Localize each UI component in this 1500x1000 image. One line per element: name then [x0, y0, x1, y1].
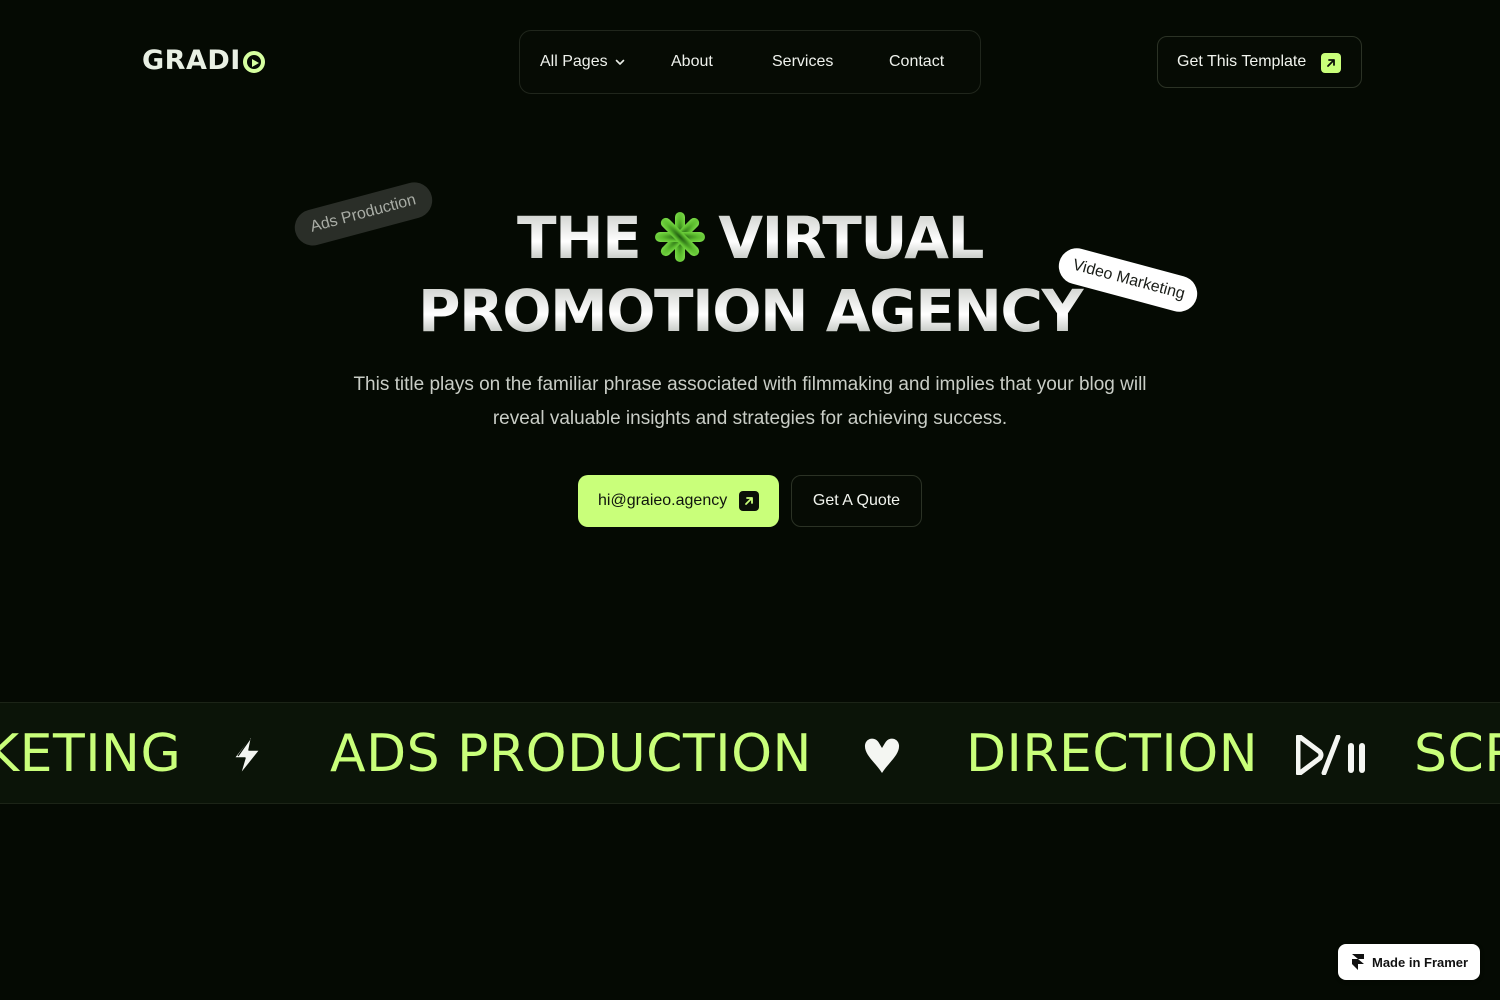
page: GRADI All Pages About Services Contact G…	[0, 0, 1500, 1000]
framer-logo-icon	[1352, 954, 1364, 970]
marquee-item: ADS PRODUCTION	[330, 724, 812, 784]
nav-item-label: Contact	[889, 53, 945, 70]
get-template-button[interactable]: Get This Template	[1157, 36, 1362, 88]
main-nav: All Pages About Services Contact	[519, 30, 981, 94]
marquee-item: DIRECTION	[966, 724, 1259, 784]
brand-name: GRADI	[142, 45, 241, 76]
services-marquee: KETING ADS PRODUCTION DIRECTION SCR	[0, 702, 1500, 804]
nav-item-contact[interactable]: Contact	[889, 53, 944, 71]
get-quote-label: Get A Quote	[812, 492, 901, 509]
made-in-framer-badge[interactable]: Made in Framer	[1338, 944, 1480, 980]
arrow-up-right-icon	[739, 491, 759, 511]
get-quote-button[interactable]: Get A Quote	[791, 475, 922, 527]
nav-item-about[interactable]: About	[671, 53, 772, 71]
email-button[interactable]: hi@graieo.agency	[578, 475, 779, 527]
nav-item-label: About	[671, 53, 713, 70]
chevron-down-icon	[615, 57, 625, 67]
arrow-up-right-icon	[1321, 53, 1341, 73]
email-button-label: hi@graieo.agency	[598, 492, 728, 509]
nav-item-services[interactable]: Services	[772, 53, 889, 71]
bolt-icon	[228, 733, 266, 777]
hero-title-word-virtual: VIRTUAL	[718, 204, 983, 272]
badge-label: Made in Framer	[1372, 954, 1469, 970]
marquee-item: KETING	[0, 724, 182, 784]
hero-title-line-2: PROMOTION AGENCY	[0, 276, 1500, 346]
nav-item-all-pages[interactable]: All Pages	[540, 53, 671, 71]
hero-title-line-1: THE VIRTUAL	[0, 203, 1500, 273]
brand-logo[interactable]: GRADI	[142, 44, 265, 78]
play-circle-icon	[242, 51, 265, 73]
marquee-item: SCR	[1414, 724, 1500, 784]
get-template-label: Get This Template	[1177, 53, 1307, 70]
nav-item-label: All Pages	[540, 53, 608, 70]
hero-description: This title plays on the familiar phrase …	[353, 374, 1147, 429]
hero-title-word-the: THE	[517, 204, 641, 272]
nav-item-label: Services	[772, 53, 834, 70]
heart-icon	[862, 735, 902, 775]
asterisk-icon	[654, 211, 706, 263]
play-pause-icon	[1295, 734, 1368, 776]
